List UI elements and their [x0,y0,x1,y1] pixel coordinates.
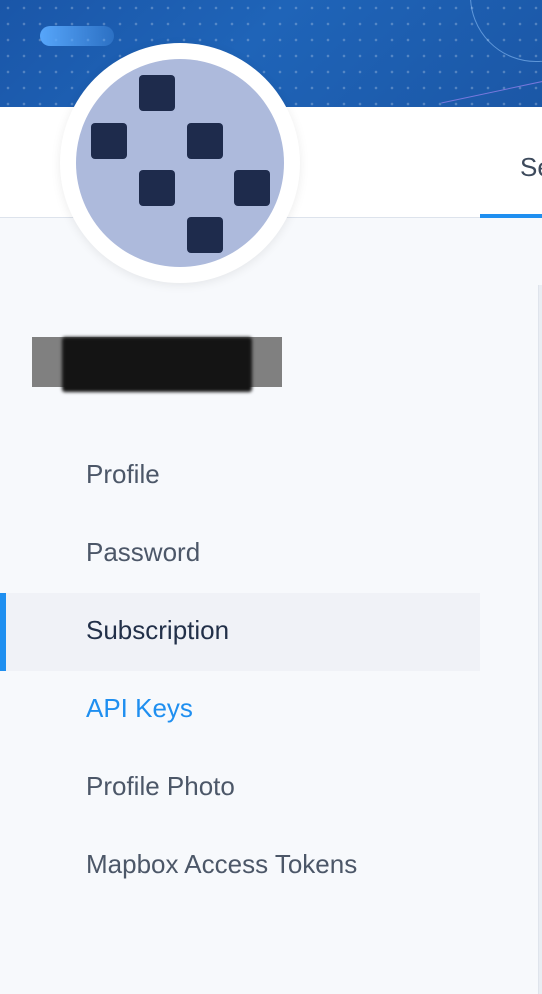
sidebar-item-api-keys[interactable]: API Keys [0,671,480,749]
sidebar-item-profile-photo[interactable]: Profile Photo [0,749,480,827]
sidebar-item-subscription[interactable]: Subscription [0,593,480,671]
identicon-avatar-image [76,59,284,267]
active-tab-indicator [480,214,542,218]
tab-settings[interactable]: Se [480,107,542,218]
sidebar-item-label: Password [86,537,201,567]
identicon-block [91,123,127,159]
sidebar-item-label: API Keys [86,693,193,723]
identicon-block [187,217,223,253]
identicon-block [139,170,175,206]
identicon-block [187,123,223,159]
redacted-user-name [32,337,282,387]
sidebar-item-label: Profile Photo [86,771,235,801]
sidebar-item-mapbox-access-tokens[interactable]: Mapbox Access Tokens [0,827,480,905]
content-panel-edge [538,285,542,994]
banner-decoration [40,26,114,46]
sidebar-item-profile[interactable]: Profile [0,437,480,515]
sidebar-item-label: Subscription [86,615,230,645]
sidebar-item-label: Profile [86,459,160,489]
identicon-block [139,75,175,111]
avatar[interactable] [60,43,300,283]
sidebar-item-password[interactable]: Password [0,515,480,593]
identicon-block [234,170,270,206]
tab-settings-label: Se [520,152,542,182]
settings-sidebar: Profile Password Subscription API Keys P… [0,437,480,905]
sidebar-item-label: Mapbox Access Tokens [86,849,358,879]
